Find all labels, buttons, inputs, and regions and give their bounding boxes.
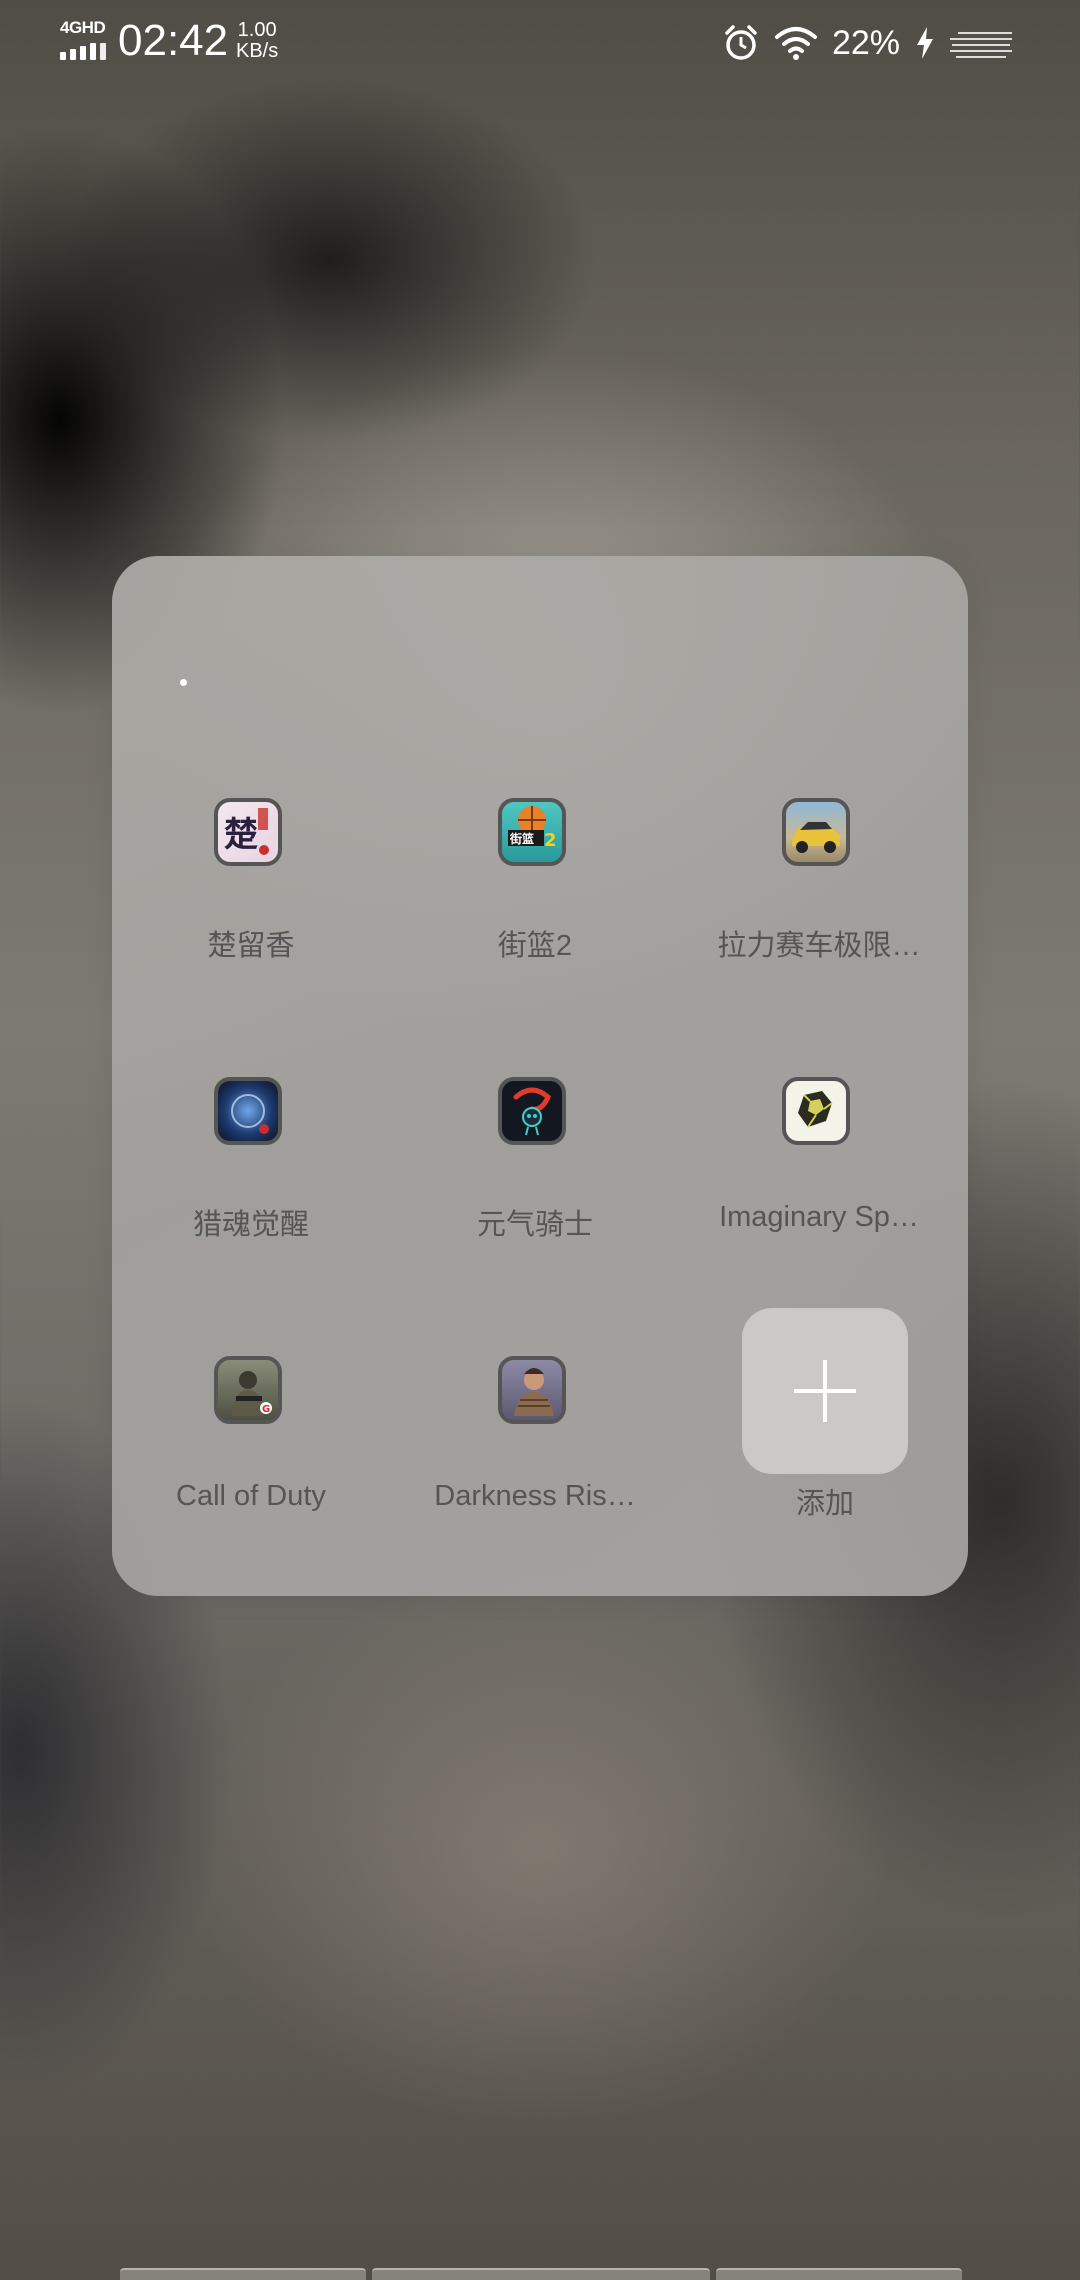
app-rally-car[interactable]: 拉力赛车极限…: [676, 798, 936, 998]
add-app-button[interactable]: [742, 1308, 908, 1474]
dock-edge: [372, 2268, 710, 2280]
battery-percent: 22%: [831, 23, 900, 62]
app-label: Darkness Ris…: [434, 1480, 636, 1512]
status-bar: 4GHD 02:42 1.00 KB/s 22%: [0, 0, 1080, 84]
app-label: 楚留香: [207, 930, 295, 962]
charging-icon: [917, 27, 933, 59]
soul-hunter-icon: [214, 1077, 282, 1145]
network-type: 4GHD: [60, 18, 106, 37]
svg-text:G: G: [262, 1404, 270, 1415]
app-label: Call of Duty: [176, 1480, 326, 1512]
app-label: 拉力赛车极限…: [717, 930, 921, 962]
net-speed-unit: KB/s: [236, 40, 279, 62]
wifi-icon: [774, 27, 817, 60]
app-soul-hunter[interactable]: 猎魂觉醒: [108, 1077, 368, 1277]
app-street-basketball[interactable]: 街篮 2 街篮2: [392, 798, 652, 998]
dock-edge: [120, 2268, 366, 2280]
app-call-of-duty[interactable]: G Call of Duty: [108, 1356, 368, 1556]
app-label: 元气骑士: [476, 1209, 593, 1241]
app-imaginary-space[interactable]: Imaginary Sp…: [676, 1077, 936, 1277]
svg-text:楚: 楚: [224, 815, 258, 855]
app-soul-knight[interactable]: 元气骑士: [392, 1077, 652, 1277]
darkness-rises-icon: [498, 1356, 566, 1424]
signal-icon: 4GHD: [58, 18, 108, 60]
alarm-icon: [725, 25, 757, 60]
svg-text:街篮: 街篮: [509, 831, 534, 846]
app-label: 猎魂觉醒: [192, 1209, 309, 1241]
menu-lines-icon: [950, 28, 1012, 58]
app-label: 街篮2: [497, 930, 573, 962]
rally-car-icon: [782, 798, 850, 866]
app-label: Imaginary Sp…: [719, 1201, 919, 1233]
street-basketball-icon: 街篮 2: [498, 798, 566, 866]
add-app-label: 添加: [795, 1488, 854, 1520]
chuliuxiang-icon: 楚: [214, 798, 282, 866]
soul-knight-icon: [498, 1077, 566, 1145]
app-darkness-rises[interactable]: Darkness Ris…: [392, 1356, 652, 1556]
svg-text:2: 2: [544, 830, 557, 851]
app-folder: 楚 楚留香 街篮 2 街篮2 拉力赛车极限… 猎魂觉醒 元气骑士 Imagina…: [112, 556, 968, 1596]
folder-title-dot: [180, 679, 187, 686]
net-speed-value: 1.00: [237, 19, 277, 41]
call-of-duty-icon: G: [214, 1356, 282, 1424]
clock: 02:42: [118, 16, 229, 65]
network-speed: 1.00 KB/s: [236, 20, 278, 62]
dock-edge: [716, 2268, 962, 2280]
imaginary-space-icon: [782, 1077, 850, 1145]
app-chuliuxiang[interactable]: 楚 楚留香: [108, 798, 368, 998]
